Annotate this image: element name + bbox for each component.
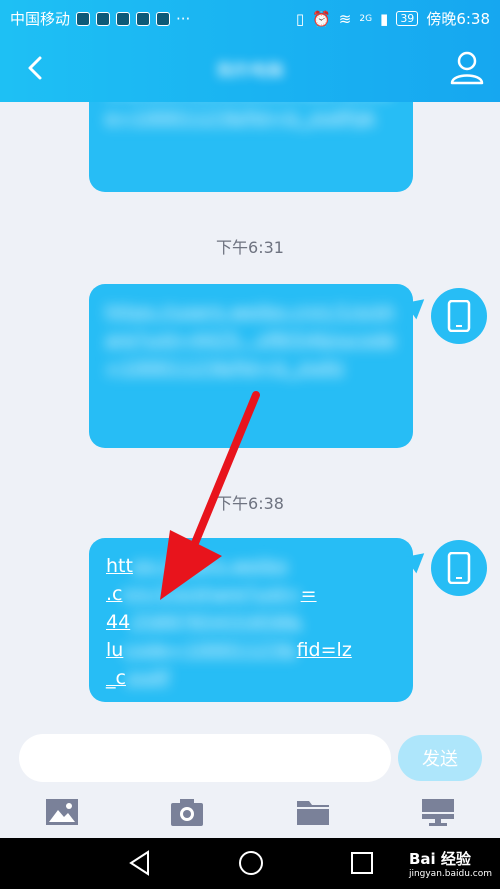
baidu-watermark: Bai 经验 jingyan.baidu.com [409,848,492,879]
watermark-url: jingyan.baidu.com [408,869,492,879]
input-bar: 发送 [0,722,500,790]
folder-icon[interactable] [295,796,331,828]
nav-recents-icon[interactable] [350,850,374,876]
camera-icon[interactable] [169,796,205,828]
computer-icon[interactable] [420,796,456,828]
nav-back-icon[interactable] [128,850,152,876]
attachment-toolbar [0,790,500,838]
send-button[interactable]: 发送 [398,735,482,781]
watermark-brand: Bai 经验 [408,850,471,868]
message-input[interactable] [19,734,391,782]
image-icon[interactable] [44,796,80,828]
system-nav-bar: Bai 经验 jingyan.baidu.com [0,838,500,889]
nav-home-icon[interactable] [238,850,264,876]
